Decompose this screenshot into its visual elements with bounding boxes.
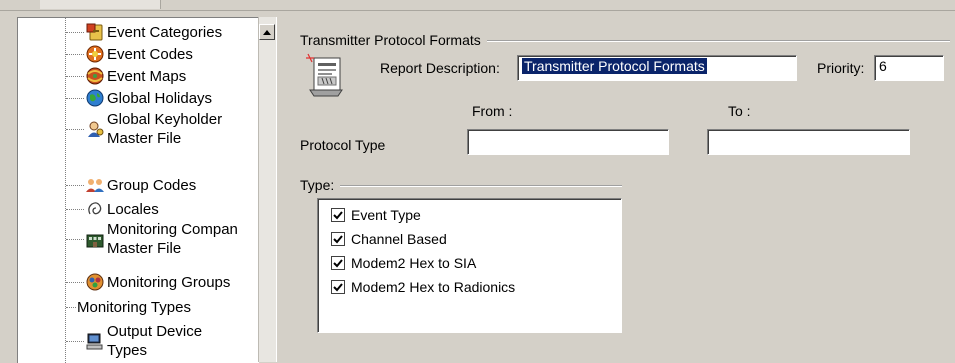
type-option-channel-based[interactable]: Channel Based (331, 231, 447, 247)
tree-item-label: Global Holidays (107, 89, 213, 107)
tree-item-event-categories[interactable]: Event Categories (66, 22, 222, 42)
group-title: Transmitter Protocol Formats (300, 32, 487, 48)
tree-item-event-maps[interactable]: Event Maps (66, 66, 186, 86)
type-option-event-type[interactable]: Event Type (331, 207, 421, 223)
checkmark-icon (333, 258, 343, 267)
event-categories-icon (85, 22, 105, 42)
panel-divider[interactable] (276, 17, 280, 362)
priority-field[interactable]: 6 (874, 55, 944, 81)
top-tab (40, 0, 161, 9)
type-option-label: Modem2 Hex to Radionics (351, 279, 516, 295)
tree-item-monitoring-types[interactable]: Monitoring Types (66, 298, 191, 317)
tree-item-monitoring-groups[interactable]: Monitoring Groups (66, 272, 230, 292)
from-field[interactable] (467, 129, 669, 155)
scroll-up-button[interactable] (259, 24, 275, 40)
tree-item-label: Event Codes (107, 45, 193, 63)
to-field[interactable] (707, 129, 910, 155)
tree-item-label: Locales (107, 200, 159, 218)
checkbox[interactable] (331, 256, 345, 270)
type-option-modem2-radionics[interactable]: Modem2 Hex to Radionics (331, 279, 515, 295)
type-option-label: Channel Based (351, 231, 447, 247)
top-tab-strip (0, 0, 955, 11)
tree-item-event-codes[interactable]: Event Codes (66, 44, 193, 64)
monitoring-groups-icon (85, 272, 105, 292)
to-label: To : (728, 103, 751, 119)
tree-item-label: Monitoring Types (77, 299, 191, 316)
tree-item-label: Global Keyholder Master File (107, 111, 223, 147)
type-group-title: Type: (300, 177, 341, 193)
checkbox[interactable] (331, 232, 345, 246)
tree-item-global-holidays[interactable]: Global Holidays (66, 88, 212, 108)
checkmark-icon (333, 210, 343, 219)
keyholder-icon (85, 119, 105, 139)
building-icon (85, 229, 105, 249)
checkmark-icon (333, 282, 343, 291)
tree-item-label: Group Codes (107, 176, 197, 194)
from-label: From : (472, 103, 513, 119)
tree-item-monitoring-company[interactable]: Monitoring Compan Master File (66, 220, 259, 258)
tree-item-output-device-types[interactable]: Output Device Types (66, 322, 259, 360)
tree-item-label: Monitoring Compan Master File (107, 221, 238, 257)
event-maps-icon (85, 66, 105, 86)
checkmark-icon (333, 234, 343, 243)
locale-icon (85, 199, 105, 219)
type-option-label: Modem2 Hex to SIA (351, 255, 477, 271)
tree-item-locales[interactable]: Locales (66, 199, 159, 219)
tree-item-label: Output Device Types (107, 323, 203, 359)
checkbox[interactable] (331, 280, 345, 294)
tree-item-global-keyholder[interactable]: Global Keyholder Master File (66, 110, 259, 148)
type-checklist[interactable]: Event Type Channel Based Modem2 Hex to S… (317, 198, 622, 333)
type-option-label: Event Type (351, 207, 421, 223)
checkbox[interactable] (331, 208, 345, 222)
report-description-field[interactable]: Transmitter Protocol Formats (517, 55, 797, 81)
event-codes-icon (85, 44, 105, 64)
type-option-modem2-sia[interactable]: Modem2 Hex to SIA (331, 255, 476, 271)
tree-item-group-codes[interactable]: Group Codes (66, 175, 196, 195)
tree-view[interactable]: Event Categories Event Codes Event Maps … (17, 17, 259, 363)
globe-icon (85, 88, 105, 108)
tree-item-label: Event Categories (107, 23, 223, 41)
type-group-line (300, 185, 622, 187)
group-icon (85, 175, 105, 195)
tree-item-label: Monitoring Groups (107, 273, 231, 291)
report-icon (302, 52, 346, 98)
tree-item-label: Event Maps (107, 67, 187, 85)
tree-scrollbar[interactable] (258, 17, 276, 362)
report-description-label: Report Description: (380, 60, 500, 76)
arrow-up-icon (263, 29, 271, 35)
priority-label: Priority: (817, 60, 865, 76)
computer-icon (85, 331, 105, 351)
protocol-type-label: Protocol Type (300, 137, 386, 153)
